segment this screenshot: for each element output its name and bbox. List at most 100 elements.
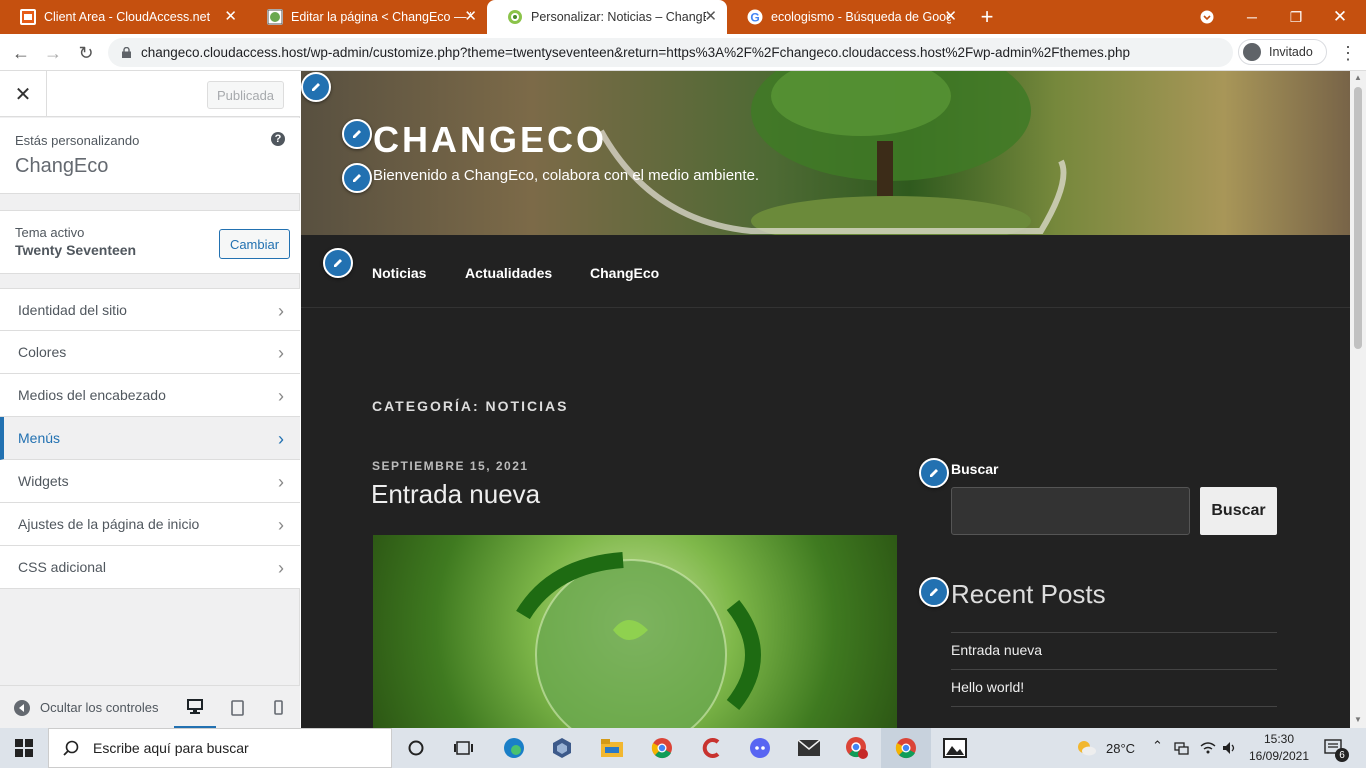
taskbar-search[interactable]: Escribe aquí para buscar xyxy=(48,728,392,768)
profile-button[interactable]: Invitado xyxy=(1238,39,1327,65)
search-input[interactable] xyxy=(951,487,1190,535)
chrome-active-icon[interactable] xyxy=(881,728,931,768)
edit-header-icon[interactable] xyxy=(301,72,331,102)
search-button[interactable]: Buscar xyxy=(1200,487,1277,535)
tab-title: ecologismo - Búsqueda de Goog xyxy=(771,10,951,24)
section-site-identity[interactable]: Identidad del sitio › xyxy=(0,288,300,331)
section-additional-css[interactable]: CSS adicional › xyxy=(0,546,300,589)
new-tab-button[interactable]: + xyxy=(965,0,1009,34)
recent-post-link[interactable]: Hello world! xyxy=(951,679,1024,695)
edit-title-icon[interactable] xyxy=(342,119,372,149)
tab-search-icon[interactable] xyxy=(1185,0,1229,34)
minimize-icon[interactable]: ─ xyxy=(1230,0,1274,34)
customizer-footer: Ocultar los controles xyxy=(0,685,300,729)
section-label: CSS adicional xyxy=(18,559,106,575)
clock-time[interactable]: 15:30 xyxy=(1248,732,1310,746)
section-label: Identidad del sitio xyxy=(18,301,127,318)
active-theme-panel: Tema activo Twenty Seventeen Cambiar xyxy=(0,210,300,274)
change-theme-button[interactable]: Cambiar xyxy=(219,229,290,259)
close-customizer-icon[interactable]: ✕ xyxy=(0,71,47,117)
section-menus[interactable]: Menús › xyxy=(0,417,300,460)
help-icon[interactable]: ? xyxy=(271,132,285,146)
volume-icon[interactable] xyxy=(1218,736,1242,760)
scroll-down-icon[interactable]: ▼ xyxy=(1354,715,1362,724)
close-tab-icon[interactable]: ✕ xyxy=(704,9,717,24)
nav-link-actualidades[interactable]: Actualidades xyxy=(465,265,552,281)
network-icon[interactable] xyxy=(1170,736,1194,760)
discord-icon[interactable] xyxy=(748,736,772,760)
desktop-preview-icon[interactable] xyxy=(174,686,216,729)
tab-strip: Client Area - CloudAccess.net ✕ Editar l… xyxy=(0,0,1366,34)
mail-icon[interactable] xyxy=(797,736,821,760)
hide-controls-button[interactable]: Ocultar los controles xyxy=(40,700,159,715)
tab-title: Personalizar: Noticias – ChangEco xyxy=(531,10,706,24)
section-header-media[interactable]: Medios del encabezado › xyxy=(0,374,300,417)
avatar xyxy=(1243,43,1261,61)
windows-start-icon[interactable] xyxy=(12,736,36,760)
task-view-icon[interactable] xyxy=(452,736,476,760)
mobile-preview-icon[interactable] xyxy=(264,686,292,729)
photos-icon[interactable] xyxy=(943,736,967,760)
close-tab-icon[interactable]: ✕ xyxy=(944,9,957,24)
weather-icon[interactable] xyxy=(1074,736,1098,760)
section-colors[interactable]: Colores › xyxy=(0,331,300,374)
scroll-thumb[interactable] xyxy=(1354,87,1362,349)
nav-link-noticias[interactable]: Noticias xyxy=(372,265,426,281)
back-icon[interactable]: ← xyxy=(8,40,34,66)
chevron-up-icon[interactable]: ⌃ xyxy=(1152,738,1163,754)
collapse-icon[interactable] xyxy=(14,700,30,716)
changeco-icon xyxy=(507,9,523,25)
edit-search-widget-icon[interactable] xyxy=(919,458,949,488)
site-navigation: Noticias Actualidades ChangEco xyxy=(301,235,1350,308)
divider xyxy=(951,669,1277,670)
tablet-preview-icon[interactable] xyxy=(222,686,252,729)
customizer-sidebar: ✕ Publicada Estás personalizando ChangEc… xyxy=(0,71,300,729)
recent-post-link[interactable]: Entrada nueva xyxy=(951,642,1042,658)
section-homepage-settings[interactable]: Ajustes de la página de inicio › xyxy=(0,503,300,546)
taskbar-search-placeholder: Escribe aquí para buscar xyxy=(93,740,249,756)
tab-edit-page[interactable]: Editar la página < ChangEco — W ✕ xyxy=(247,0,487,34)
clock-date[interactable]: 16/09/2021 xyxy=(1246,749,1312,763)
search-icon xyxy=(63,740,79,756)
nav-link-changeco[interactable]: ChangEco xyxy=(590,265,659,281)
tab-google-search[interactable]: G ecologismo - Búsqueda de Goog ✕ xyxy=(727,0,967,34)
weather-temp[interactable]: 28°C xyxy=(1106,741,1135,756)
recent-posts-title: Recent Posts xyxy=(951,579,1106,609)
address-bar: ← → ↻ changeco.cloudaccess.host/wp-admin… xyxy=(0,34,1366,71)
edit-recent-posts-icon[interactable] xyxy=(919,577,949,607)
site-title[interactable]: CHANGECO xyxy=(373,119,607,161)
virtualbox-icon[interactable] xyxy=(550,736,574,760)
post-featured-image[interactable] xyxy=(373,535,897,728)
restore-icon[interactable]: ❐ xyxy=(1274,0,1318,34)
close-tab-icon[interactable]: ✕ xyxy=(224,9,237,24)
close-tab-icon[interactable]: ✕ xyxy=(464,9,477,24)
url-bar[interactable]: changeco.cloudaccess.host/wp-admin/custo… xyxy=(108,38,1233,67)
publish-button[interactable]: Publicada xyxy=(207,81,284,109)
wifi-icon[interactable] xyxy=(1196,736,1220,760)
category-heading: CATEGORÍA: NOTICIAS xyxy=(372,398,569,414)
chrome-icon[interactable] xyxy=(650,736,674,760)
theme-name: Twenty Seventeen xyxy=(15,242,137,258)
section-widgets[interactable]: Widgets › xyxy=(0,460,300,503)
close-window-icon[interactable]: ✕ xyxy=(1318,0,1362,34)
edit-tagline-icon[interactable] xyxy=(342,163,372,193)
preview-scrollbar[interactable]: ▲ ▼ xyxy=(1350,71,1366,728)
ccleaner-icon[interactable] xyxy=(700,736,724,760)
tab-title: Editar la página < ChangEco — W xyxy=(291,10,471,24)
theme-label: Tema activo xyxy=(15,225,85,240)
post-title[interactable]: Entrada nueva xyxy=(371,479,540,510)
edit-menu-icon[interactable] xyxy=(323,248,353,278)
tab-client-area[interactable]: Client Area - CloudAccess.net ✕ xyxy=(0,0,247,34)
edge-icon[interactable] xyxy=(502,736,526,760)
chrome-profile-icon[interactable] xyxy=(845,736,869,760)
tab-title: Client Area - CloudAccess.net xyxy=(44,10,211,24)
forward-icon[interactable]: → xyxy=(40,40,66,66)
tab-customize[interactable]: Personalizar: Noticias – ChangEco ✕ xyxy=(487,0,727,34)
post-date[interactable]: SEPTIEMBRE 15, 2021 xyxy=(372,459,529,473)
cortana-icon[interactable] xyxy=(404,736,428,760)
reload-icon[interactable]: ↻ xyxy=(73,40,99,66)
menu-kebab-icon[interactable]: ⋮ xyxy=(1335,40,1361,66)
customizer-sections: Identidad del sitio › Colores › Medios del… xyxy=(0,288,300,589)
scroll-up-icon[interactable]: ▲ xyxy=(1354,73,1362,82)
file-explorer-icon[interactable] xyxy=(600,736,624,760)
